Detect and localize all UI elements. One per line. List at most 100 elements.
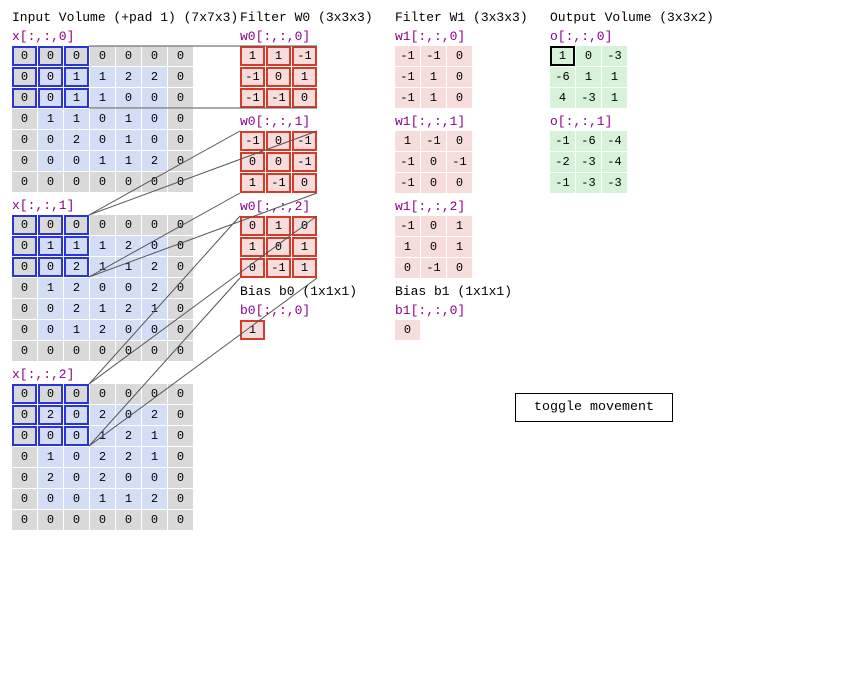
w1-grid-1: 1-10-10-1-100	[395, 131, 472, 193]
cell: 1	[116, 130, 141, 150]
cell: -1	[550, 173, 575, 193]
bias-b0-title: Bias b0 (1x1x1)	[240, 284, 357, 299]
cell: 1	[142, 447, 167, 467]
cell: 0	[90, 46, 115, 66]
cell: 0	[395, 258, 420, 278]
cell: 1	[64, 320, 89, 340]
cell: 0	[142, 320, 167, 340]
cell: 1	[64, 236, 89, 256]
cell: 0	[64, 172, 89, 192]
cell: 0	[421, 237, 446, 257]
cell: 0	[142, 341, 167, 361]
cell: 2	[142, 278, 167, 298]
cell: 0	[168, 384, 193, 404]
cell: 1	[38, 236, 63, 256]
bias-b0-grid: 1	[240, 320, 357, 340]
w0-grid-0: 11-1-101-1-10	[240, 46, 317, 108]
cell: 0	[12, 172, 37, 192]
input-slice-1-label: x[:,:,1]	[12, 198, 193, 213]
cell: 1	[90, 299, 115, 319]
cell: 0	[168, 341, 193, 361]
cell: 2	[90, 405, 115, 425]
cell: -1	[550, 131, 575, 151]
cell: 1	[116, 257, 141, 277]
cell: 0	[90, 109, 115, 129]
cell: -1	[240, 67, 265, 87]
toggle-movement-button[interactable]: toggle movement	[515, 393, 673, 422]
cell: 2	[64, 130, 89, 150]
cell: 0	[168, 151, 193, 171]
w0-slice-2: w0[:,:,2] 0101010-11	[240, 199, 317, 278]
cell: 0	[38, 489, 63, 509]
cell: 1	[90, 257, 115, 277]
cell: 0	[64, 151, 89, 171]
cell: 0	[12, 46, 37, 66]
input-grid-0: 0000000001122000110000110100002010000011…	[12, 46, 193, 192]
cell: 0	[116, 405, 141, 425]
cell: 0	[116, 341, 141, 361]
cell: 0	[168, 172, 193, 192]
output-slice-1: o[:,:,1] -1-6-4-2-3-4-1-3-3	[550, 114, 627, 193]
cell: 0	[12, 130, 37, 150]
cell: 0	[395, 320, 420, 340]
cell: 0	[38, 88, 63, 108]
bias-b0-label: b0[:,:,0]	[240, 303, 357, 318]
cell: 0	[90, 278, 115, 298]
cell: 0	[447, 131, 472, 151]
cell: 0	[12, 426, 37, 446]
cell: 0	[240, 216, 265, 236]
cell: 0	[142, 88, 167, 108]
cell: -1	[292, 46, 317, 66]
w1-slice-0-label: w1[:,:,0]	[395, 29, 472, 44]
cell: 0	[12, 67, 37, 87]
cell: 0	[168, 447, 193, 467]
cell: 1	[90, 67, 115, 87]
cell: 0	[576, 46, 601, 66]
input-grid-2: 0000000020202000012100102210020200000011…	[12, 384, 193, 530]
cell: -1	[292, 152, 317, 172]
cell: -1	[266, 173, 291, 193]
bias-b1: Bias b1 (1x1x1) b1[:,:,0] 0	[395, 284, 512, 340]
input-slice-1: x[:,:,1] 0000000011120000211200120020002…	[12, 198, 193, 361]
cell: 0	[168, 510, 193, 530]
cell: 1	[395, 237, 420, 257]
cell: 2	[64, 257, 89, 277]
cell: 1	[240, 237, 265, 257]
bias-b1-grid: 0	[395, 320, 512, 340]
cell: 0	[168, 468, 193, 488]
cell: -3	[576, 88, 601, 108]
cell: 1	[90, 236, 115, 256]
cell: -1	[395, 216, 420, 236]
cell: 0	[38, 151, 63, 171]
filter-w1-title: Filter W1 (3x3x3)	[395, 10, 528, 25]
filter-w0-column: Filter W0 (3x3x3) w0[:,:,0] 11-1-101-1-1…	[240, 10, 373, 346]
cell: 0	[64, 447, 89, 467]
cell: 0	[142, 236, 167, 256]
cell: -3	[602, 46, 627, 66]
cell: -1	[266, 258, 291, 278]
cell: 0	[12, 341, 37, 361]
cell: 0	[116, 320, 141, 340]
cell: -1	[421, 258, 446, 278]
cell: 2	[90, 468, 115, 488]
cell: 2	[116, 299, 141, 319]
input-title: Input Volume (+pad 1) (7x7x3)	[12, 10, 238, 25]
cell: 0	[64, 426, 89, 446]
cell: -1	[395, 67, 420, 87]
cell: 0	[266, 152, 291, 172]
cell: 0	[116, 510, 141, 530]
cell: 0	[90, 341, 115, 361]
cell: 0	[12, 320, 37, 340]
cell: 1	[395, 131, 420, 151]
cell: 0	[168, 88, 193, 108]
cell: 2	[64, 299, 89, 319]
cell: 0	[38, 172, 63, 192]
cell: 0	[12, 299, 37, 319]
cell: 1	[116, 109, 141, 129]
cell: -3	[576, 173, 601, 193]
cell: -1	[421, 131, 446, 151]
cell: 0	[142, 172, 167, 192]
cell: 1	[292, 237, 317, 257]
input-slice-0: x[:,:,0] 0000000001122000110000110100002…	[12, 29, 193, 192]
w0-grid-1: -10-100-11-10	[240, 131, 317, 193]
